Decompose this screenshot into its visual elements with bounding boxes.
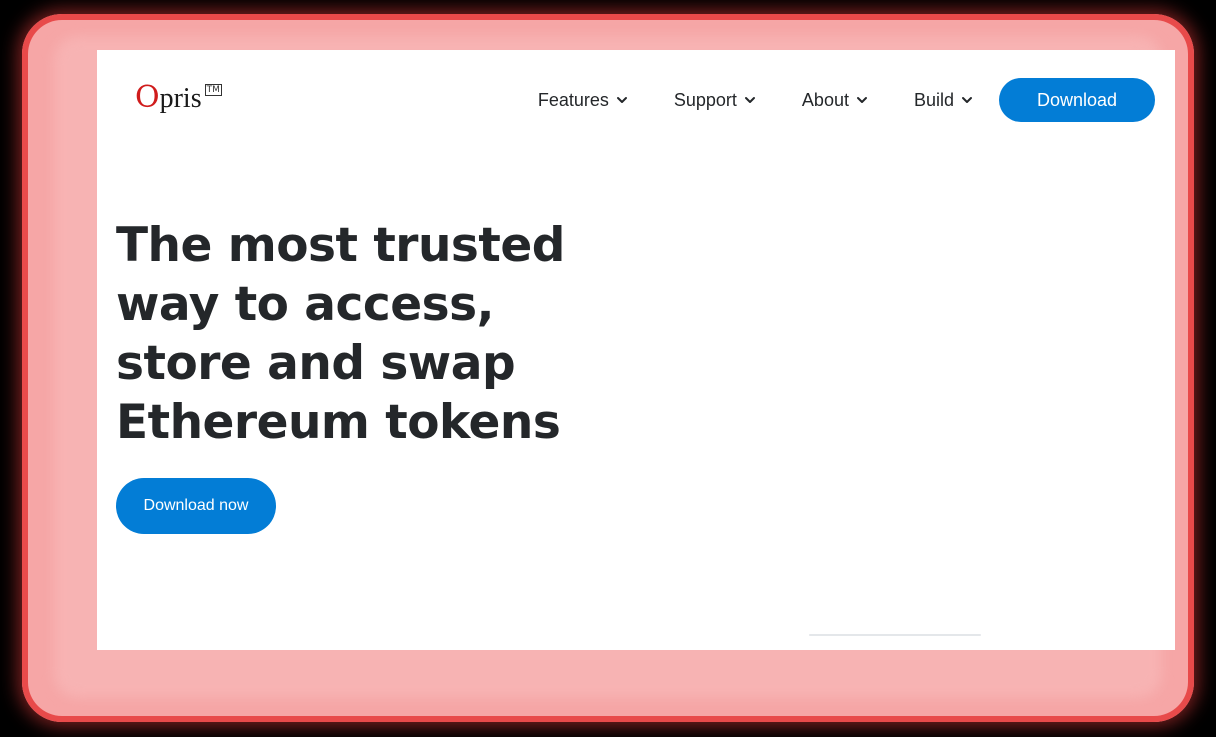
download-button[interactable]: Download [999, 78, 1155, 122]
chevron-down-icon [962, 97, 972, 103]
logo-initial: O [135, 80, 160, 115]
chevron-down-icon [856, 97, 867, 103]
divider [809, 634, 981, 636]
download-now-button[interactable]: Download now [116, 478, 276, 534]
chevron-down-icon [616, 97, 627, 103]
nav-item-features[interactable]: Features [538, 90, 628, 111]
nav-item-label: Support [673, 89, 737, 110]
nav-item-label: Build [913, 89, 954, 110]
top-nav: Features Support About Build Download [538, 78, 1155, 122]
hero-title-line: The most trusted [116, 218, 565, 273]
hero-title-line: Ethereum tokens [116, 395, 561, 450]
chevron-down-icon [744, 97, 755, 103]
hero-title-line: way to access, [116, 277, 494, 332]
webpage-screenshot: O pris TM Features Support About Build D… [97, 50, 1175, 650]
hero-title-line: store and swap [116, 336, 516, 391]
nav-item-about[interactable]: About [802, 90, 868, 111]
nav-item-label: Features [537, 89, 609, 110]
brand-logo[interactable]: O pris TM [135, 80, 222, 120]
nav-item-label: About [801, 89, 849, 110]
logo-wordmark: pris [159, 83, 202, 114]
trademark-badge: TM [204, 84, 222, 96]
nav-item-build[interactable]: Build [914, 90, 973, 111]
hero-title: The most trusted way to access, store an… [116, 216, 616, 452]
nav-item-support[interactable]: Support [674, 90, 756, 111]
